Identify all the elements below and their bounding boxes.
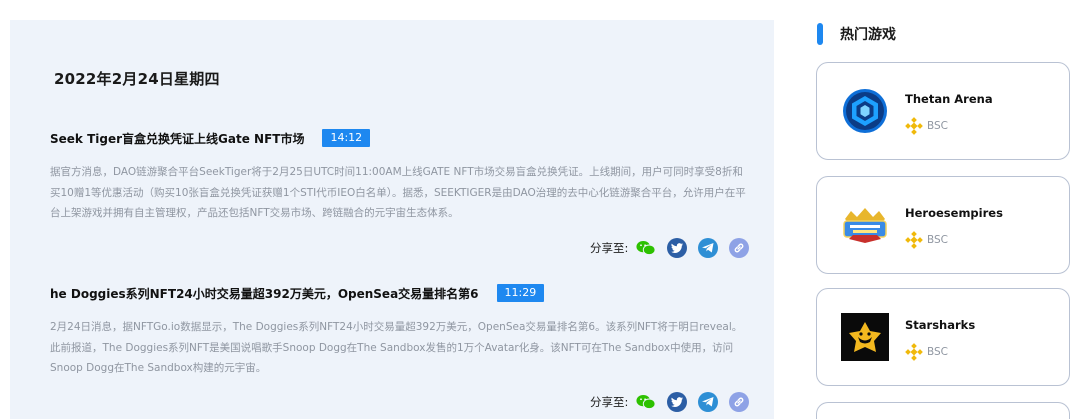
news-title[interactable]: he Doggies系列NFT24小时交易量超392万美元，OpenSea交易量… — [50, 285, 479, 302]
game-chain-label: BSC — [927, 346, 949, 358]
news-panel: 2022年2月24日星期四 Seek Tiger盲盒兑换凭证上线Gate NFT… — [10, 20, 774, 419]
news-item-title-row: he Doggies系列NFT24小时交易量超392万美元，OpenSea交易量… — [50, 284, 545, 302]
link-share-icon[interactable] — [729, 392, 750, 412]
news-title[interactable]: Seek Tiger盲盒兑换凭证上线Gate NFT市场 — [50, 130, 304, 147]
bsc-icon — [905, 343, 923, 361]
twitter-share-icon[interactable] — [667, 392, 688, 412]
link-share-icon[interactable] — [729, 238, 750, 258]
telegram-share-icon[interactable] — [698, 238, 719, 258]
game-card-thetan-arena[interactable]: Thetan Arena BSC — [816, 62, 1070, 160]
share-row: 分享至: — [590, 392, 760, 412]
game-chain-label: BSC — [927, 234, 949, 246]
game-card-partial[interactable] — [816, 402, 1070, 419]
share-label: 分享至: — [590, 241, 629, 255]
sidebar-title-accent — [817, 23, 823, 45]
share-row: 分享至: — [590, 238, 760, 258]
wechat-share-icon[interactable] — [636, 238, 656, 258]
bsc-icon — [905, 231, 923, 249]
news-item-title-row: Seek Tiger盲盒兑换凭证上线Gate NFT市场 14:12 — [50, 129, 371, 147]
wechat-share-icon[interactable] — [636, 392, 656, 412]
starsharks-logo-icon — [841, 313, 889, 361]
heroes-empires-logo-icon — [841, 201, 889, 249]
time-badge: 14:12 — [322, 129, 371, 147]
bsc-icon — [905, 117, 923, 135]
game-name: Starsharks — [905, 318, 976, 332]
game-chain: BSC — [905, 117, 948, 135]
game-card-starsharks[interactable]: Starsharks BSC — [816, 288, 1070, 386]
time-badge: 11:29 — [496, 284, 545, 302]
game-name: Heroesempires — [905, 206, 1003, 220]
game-chain: BSC — [905, 343, 948, 361]
share-label: 分享至: — [590, 395, 629, 409]
game-chain-label: BSC — [927, 120, 949, 132]
news-body: 据官方消息，DAO链游聚合平台SeekTiger将于2月25日UTC时间11:0… — [50, 166, 746, 219]
telegram-share-icon[interactable] — [698, 392, 719, 412]
news-body: 2月24日消息，据NFTGo.io数据显示，The Doggies系列NFT24… — [50, 321, 743, 374]
page: 2022年2月24日星期四 Seek Tiger盲盒兑换凭证上线Gate NFT… — [0, 0, 1080, 419]
date-heading: 2022年2月24日星期四 — [54, 70, 220, 88]
thetan-arena-logo-icon — [841, 87, 889, 135]
game-chain: BSC — [905, 231, 948, 249]
sidebar-title: 热门游戏 — [840, 27, 896, 43]
game-card-heroesempires[interactable]: Heroesempires BSC — [816, 176, 1070, 274]
twitter-share-icon[interactable] — [667, 238, 688, 258]
game-name: Thetan Arena — [905, 92, 993, 106]
